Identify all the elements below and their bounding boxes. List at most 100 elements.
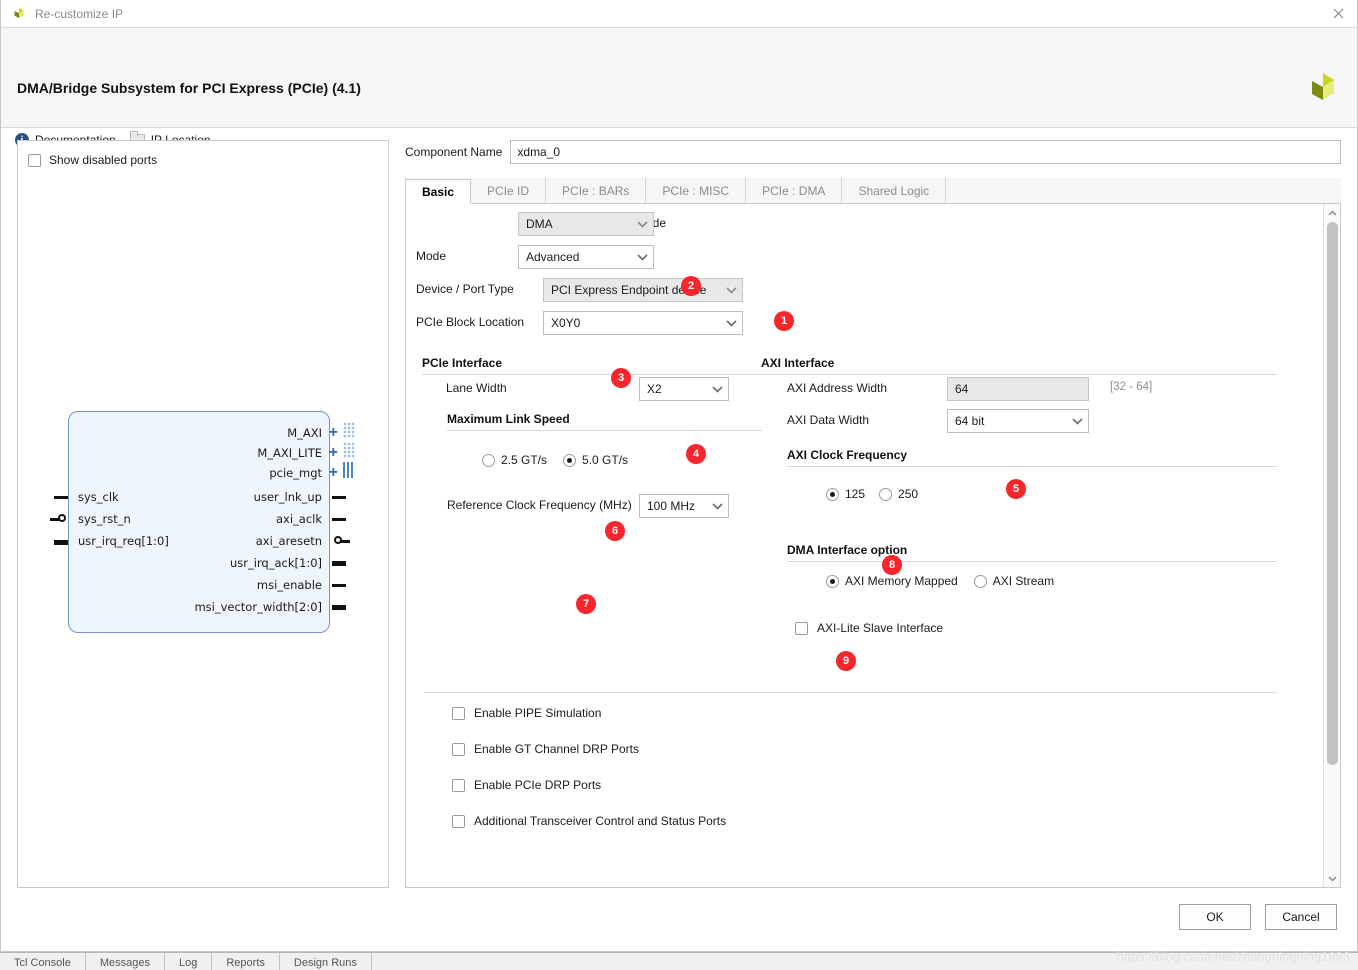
inverted-pin-icon — [334, 536, 342, 544]
bus-marker-icon — [343, 442, 355, 458]
axi-clock-250-radio[interactable]: 250 — [879, 487, 918, 501]
max-link-speed-radio-group: 2.5 GT/s 5.0 GT/s — [482, 453, 628, 467]
ref-clock-select[interactable]: 100 MHz — [639, 494, 729, 518]
axi-lite-slave-row[interactable]: AXI-Lite Slave Interface — [795, 621, 943, 635]
ok-button[interactable]: OK — [1179, 904, 1251, 930]
ref-clock-label-wrap: Reference Clock Frequency (MHz) — [447, 498, 632, 512]
additional-transceiver-row[interactable]: Additional Transceiver Control and Statu… — [452, 814, 726, 828]
show-disabled-ports-checkbox[interactable] — [28, 154, 41, 167]
enable-pcie-drp-checkbox[interactable] — [452, 779, 465, 792]
pcie-block-location-label: PCIe Block Location — [416, 315, 524, 329]
tab-basic[interactable]: Basic — [405, 179, 471, 204]
tab-pcie-dma[interactable]: PCIe : DMA — [746, 178, 842, 203]
show-disabled-ports-row[interactable]: Show disabled ports — [28, 153, 157, 167]
dma-interface-radio-group: AXI Memory Mapped AXI Stream — [826, 574, 1054, 588]
axi-clock-frequency-section: AXI Clock Frequency — [787, 448, 1277, 467]
axi-stream-radio[interactable]: AXI Stream — [974, 574, 1054, 588]
enable-pipe-simulation-row[interactable]: Enable PIPE Simulation — [452, 706, 601, 720]
port-m-axi: M_AXI — [287, 427, 322, 439]
pin-icon — [54, 496, 68, 499]
plus-icon: + — [329, 468, 338, 478]
annotation-badge-3: 3 — [611, 368, 631, 388]
port-sys-rst-n: sys_rst_n — [78, 513, 131, 525]
radio-icon — [879, 488, 892, 501]
vertical-scrollbar[interactable] — [1323, 204, 1340, 887]
port-msi-vector-width: msi_vector_width[2:0] — [194, 601, 322, 613]
divider — [447, 430, 762, 431]
device-port-type-select[interactable]: PCI Express Endpoint device — [543, 278, 743, 302]
axi-clock-125-radio[interactable]: 125 — [826, 487, 865, 501]
radio-icon — [482, 454, 495, 467]
background-tab[interactable]: Design Runs — [280, 953, 372, 970]
pcie-block-location-select[interactable]: X0Y0 — [543, 311, 743, 335]
lane-width-label-wrap: Lane Width — [446, 381, 507, 395]
additional-transceiver-checkbox[interactable] — [452, 815, 465, 828]
dialog-title: Re-customize IP — [35, 7, 1325, 21]
pin-icon — [54, 540, 68, 545]
chevron-up-icon[interactable] — [1324, 204, 1341, 221]
component-name-row: Component Name xdma_0 — [405, 140, 1341, 164]
device-port-type-label: Device / Port Type — [416, 282, 514, 296]
ref-clock-label: Reference Clock Frequency (MHz) — [447, 498, 632, 512]
functional-mode-select[interactable]: DMA — [518, 212, 654, 236]
axi-memory-mapped-radio[interactable]: AXI Memory Mapped — [826, 574, 958, 588]
dialog-footer: OK Cancel — [1, 895, 1357, 951]
basic-tab-content: Functional Mode DMA Mode Advanced — [405, 204, 1341, 888]
cancel-button[interactable]: Cancel — [1265, 904, 1337, 930]
annotation-badge-2: 2 — [681, 276, 701, 296]
chevron-down-icon — [711, 383, 724, 396]
chevron-down-icon[interactable] — [1324, 870, 1341, 887]
link-speed-2g5-radio[interactable]: 2.5 GT/s — [482, 453, 547, 467]
annotation-badge-4: 4 — [686, 444, 706, 464]
scrollbar-thumb[interactable] — [1327, 222, 1338, 765]
page-title: DMA/Bridge Subsystem for PCI Express (PC… — [17, 80, 361, 96]
lane-width-value: X2 — [647, 382, 707, 396]
pin-icon — [332, 496, 346, 499]
enable-pipe-simulation-label: Enable PIPE Simulation — [474, 706, 601, 720]
axi-data-width-select[interactable]: 64 bit — [947, 409, 1089, 433]
enable-gt-channel-drp-checkbox[interactable] — [452, 743, 465, 756]
close-icon[interactable] — [1325, 3, 1351, 25]
link-speed-5g0-radio[interactable]: 5.0 GT/s — [563, 453, 628, 467]
link-speed-2g5-label: 2.5 GT/s — [501, 453, 547, 467]
background-tab[interactable]: Log — [165, 953, 212, 970]
device-port-type-label-wrap: Device / Port Type — [416, 282, 514, 296]
pcie-block-location-label-wrap: PCIe Block Location — [416, 315, 524, 329]
annotation-badge-5: 5 — [1006, 479, 1026, 499]
chevron-down-icon — [711, 500, 724, 513]
axi-data-width-label: AXI Data Width — [787, 413, 869, 427]
scrollbar-track[interactable] — [1324, 221, 1341, 870]
tab-pcie-misc[interactable]: PCIe : MISC — [646, 178, 746, 203]
chevron-down-icon — [636, 218, 649, 231]
radio-icon — [974, 575, 987, 588]
background-tab[interactable]: Reports — [212, 953, 280, 970]
mode-select[interactable]: Advanced — [518, 245, 654, 269]
enable-pcie-drp-row[interactable]: Enable PCIe DRP Ports — [452, 778, 601, 792]
annotation-badge-9: 9 — [836, 651, 856, 671]
port-user-lnk-up: user_lnk_up — [254, 491, 322, 503]
background-tab[interactable]: Messages — [86, 953, 165, 970]
divider — [761, 374, 1276, 375]
pcie-block-location-value: X0Y0 — [551, 316, 721, 330]
tab-shared-logic[interactable]: Shared Logic — [842, 178, 946, 203]
tab-pcie-id[interactable]: PCIe ID — [471, 178, 546, 203]
axi-lite-slave-checkbox[interactable] — [795, 622, 808, 635]
axi-clock-125-label: 125 — [845, 487, 865, 501]
background-tab[interactable]: Tcl Console — [0, 953, 86, 970]
annotation-badge-6: 6 — [605, 521, 625, 541]
tab-pcie-bars[interactable]: PCIe : BARs — [546, 178, 646, 203]
annotation-badge-1: 1 — [774, 311, 794, 331]
mode-label-wrap: Mode — [416, 249, 446, 263]
component-name-input[interactable]: xdma_0 — [510, 140, 1341, 164]
ip-symbol-panel: Show disabled ports M_AXI + M_AXI_LITE +… — [17, 140, 389, 888]
pin-icon — [332, 605, 346, 610]
radio-icon — [563, 454, 576, 467]
axi-clock-frequency-title: AXI Clock Frequency — [787, 448, 1277, 462]
axi-address-width-input[interactable]: 64 — [947, 377, 1089, 401]
axi-address-width-label-wrap: AXI Address Width — [787, 381, 887, 395]
enable-pcie-drp-label: Enable PCIe DRP Ports — [474, 778, 601, 792]
lane-width-select[interactable]: X2 — [639, 377, 729, 401]
enable-pipe-simulation-checkbox[interactable] — [452, 707, 465, 720]
enable-gt-channel-drp-row[interactable]: Enable GT Channel DRP Ports — [452, 742, 639, 756]
port-m-axi-lite: M_AXI_LITE — [257, 447, 322, 459]
